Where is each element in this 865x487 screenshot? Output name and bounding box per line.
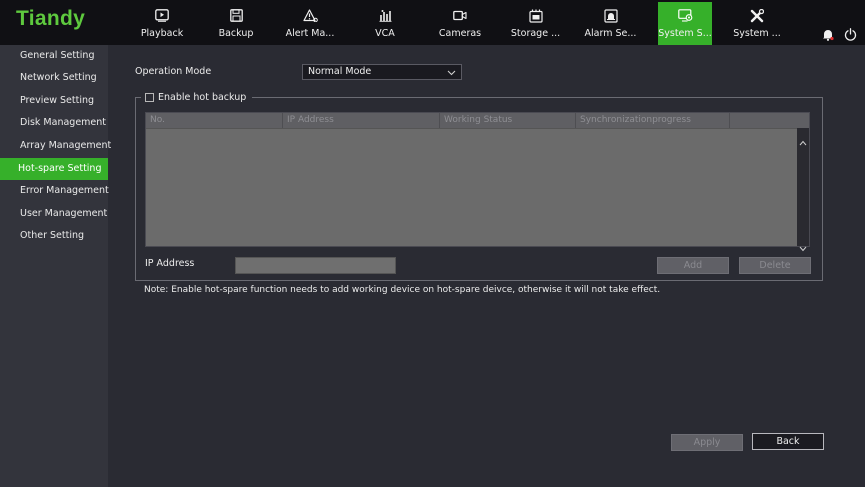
nav-system-maintenance[interactable]: System ...: [732, 0, 782, 45]
nav-system-settings[interactable]: System S...: [658, 2, 712, 45]
nav-alert-management[interactable]: Alert Ma...: [285, 0, 335, 45]
tiandy-logo: Tiandy: [16, 7, 86, 30]
nav-playback[interactable]: Playback: [140, 0, 184, 45]
ip-address-label: IP Address: [145, 258, 195, 269]
nav-alarm-settings-label: Alarm Se...: [584, 28, 637, 39]
settings-sidebar: General Setting Network Setting Preview …: [0, 45, 111, 487]
power-icon[interactable]: [843, 27, 857, 41]
column-header-no: No.: [146, 113, 283, 128]
enable-hot-backup-label: Enable hot backup: [158, 91, 247, 103]
nav-vca[interactable]: VCA: [370, 0, 400, 45]
system-settings-icon: [676, 8, 694, 23]
alarm-icon: [602, 8, 620, 23]
nav-storage-label: Storage ...: [510, 28, 561, 39]
back-button[interactable]: Back: [752, 433, 824, 450]
tools-icon: [748, 8, 766, 23]
add-button[interactable]: Add: [657, 257, 729, 274]
save-icon: [227, 8, 245, 23]
nav-system-maintenance-label: System ...: [733, 28, 781, 39]
sidebar-item-error-management[interactable]: Error Management: [0, 180, 109, 202]
enable-hot-backup-checkbox[interactable]: [145, 92, 154, 102]
column-header-synchronization-progress: Synchronizationprogress: [576, 113, 730, 128]
chevron-down-icon: [447, 68, 456, 76]
sidebar-item-network-setting[interactable]: Network Setting: [0, 67, 108, 89]
hot-spare-note: Note: Enable hot-spare function needs to…: [144, 285, 661, 295]
nav-backup[interactable]: Backup: [216, 0, 256, 45]
camera-icon: [451, 8, 469, 23]
operation-mode-select[interactable]: Normal Mode: [302, 64, 462, 80]
table-header: No. IP Address Working Status Synchroniz…: [146, 113, 809, 129]
sidebar-item-hot-spare-setting[interactable]: Hot-spare Setting: [0, 158, 108, 180]
operation-mode-value: Normal Mode: [308, 66, 372, 77]
nav-storage[interactable]: Storage ...: [508, 0, 563, 45]
sidebar-item-disk-management[interactable]: Disk Management: [0, 112, 108, 134]
sidebar-item-user-management[interactable]: User Management: [0, 203, 108, 225]
playback-icon: [153, 8, 171, 23]
column-header-ip-address: IP Address: [283, 113, 440, 128]
alert-icon: [301, 8, 319, 23]
hot-spare-device-table: No. IP Address Working Status Synchroniz…: [145, 112, 810, 252]
column-header-working-status: Working Status: [440, 113, 576, 128]
sidebar-item-other-setting[interactable]: Other Setting: [0, 225, 108, 247]
enable-hot-backup-toggle[interactable]: Enable hot backup: [141, 90, 253, 104]
nav-backup-label: Backup: [218, 28, 254, 39]
storage-icon: [527, 8, 545, 23]
operation-mode-label: Operation Mode: [135, 66, 212, 77]
sidebar-item-preview-setting[interactable]: Preview Setting: [0, 90, 108, 112]
nav-cameras-label: Cameras: [438, 28, 482, 39]
bell-icon[interactable]: [821, 27, 835, 41]
nav-vca-label: VCA: [375, 28, 395, 39]
nav-alarm-settings[interactable]: Alarm Se...: [583, 0, 638, 45]
apply-button[interactable]: Apply: [671, 434, 743, 451]
nav-system-settings-label: System S...: [658, 28, 712, 39]
nav-playback-label: Playback: [140, 28, 184, 39]
sidebar-item-array-management[interactable]: Array Management: [0, 135, 111, 157]
delete-button[interactable]: Delete: [739, 257, 811, 274]
vca-icon: [376, 8, 394, 23]
table-vertical-scrollbar[interactable]: [797, 128, 809, 252]
top-navigation-bar: Tiandy Playback Backup Alert Ma... VCA C…: [0, 0, 865, 45]
nav-alert-management-label: Alert Ma...: [285, 28, 335, 39]
hot-spare-settings-panel: Operation Mode Normal Mode Enable hot ba…: [108, 45, 865, 487]
ip-address-input[interactable]: [235, 257, 396, 274]
sidebar-item-general-setting[interactable]: General Setting: [0, 45, 108, 67]
scroll-down-icon[interactable]: [799, 237, 807, 252]
nav-cameras[interactable]: Cameras: [438, 0, 482, 45]
scroll-up-icon[interactable]: [799, 131, 807, 146]
